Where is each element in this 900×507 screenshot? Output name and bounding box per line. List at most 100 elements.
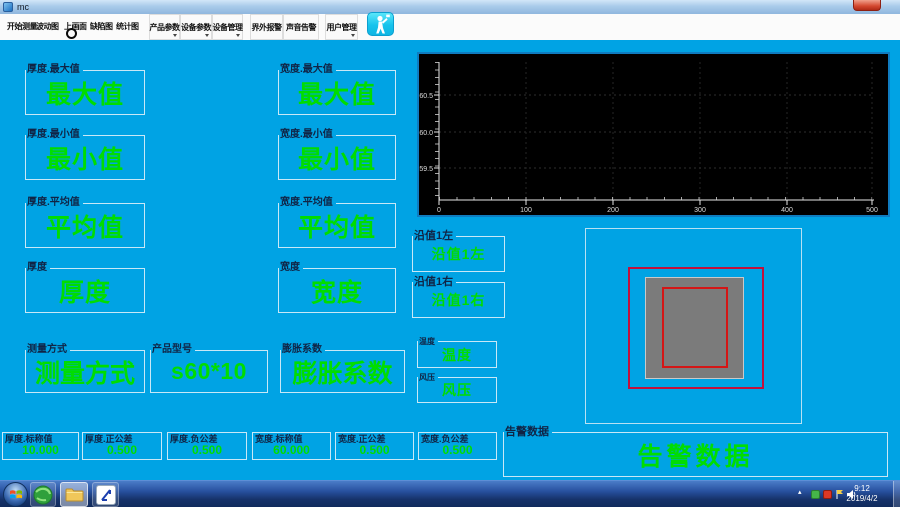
globe-icon [33,485,53,505]
box-label: 沿值1右 [413,276,456,288]
box-label: 厚度 [26,262,50,274]
box-label: 厚度.最大值 [26,64,83,76]
window-title: mc [17,2,29,12]
thickness-plus-tol-value: 0.500 [83,444,161,457]
y-tick-label: 59.5 [419,166,433,173]
width-max-value: 最大值 [279,71,395,114]
box-label: 温度 [418,336,438,348]
thickness-avg-value: 平均值 [26,204,144,247]
width-min-value: 最小值 [279,136,395,179]
taskbar: ▴ 9:12 2019/4/2 [0,480,900,507]
temperature-box: 温度 温度 [417,341,497,368]
x-tick-label: 200 [607,207,619,214]
width-minus-tol-box: 宽度.负公差 0.500 [418,432,497,460]
hidden-icons-chevron[interactable]: ▴ [798,488,802,496]
box-label: 测量方式 [26,344,70,356]
x-tick-label: 0 [437,207,441,214]
width-nominal-value: 60.000 [253,444,330,457]
clock-date: 2019/4/2 [845,494,879,504]
expansion-coefficient-value: 膨胀系数 [281,351,404,392]
thickness-max-box: 厚度.最大值 最大值 [25,70,145,115]
box-label: 膨胀系数 [281,344,325,356]
thickness-nominal-box: 厚度.标称值 10.000 [2,432,79,460]
width-avg-value: 平均值 [279,204,395,247]
x-axis-minor-ticks [439,197,872,200]
x-tick-label: 300 [694,207,706,214]
thickness-value: 厚度 [26,269,144,312]
width-plus-tol-value: 0.500 [336,444,413,457]
dropdown-icon [173,34,177,37]
cross-section-panel [585,228,802,424]
box-label: 厚度.最小值 [26,129,83,141]
y-tick-label: 60.0 [419,130,433,137]
screen: mc 开始测量 波动图 上画面 缺陷图 统计图 产品参数 设备参数 设备管理 界… [0,0,900,507]
box-label: 宽度.最小值 [279,129,336,141]
menu-start-measure[interactable]: 开始测量 [7,21,37,32]
product-model-value: s60*10 [151,351,267,392]
app-icon [3,2,13,12]
menu-out-of-bounds-alarm[interactable]: 界外报警 [250,14,283,40]
x-tick-label: 500 [866,207,878,214]
dropdown-icon [351,34,355,37]
thickness-minus-tol-value: 0.500 [168,444,246,457]
action-center-flag-icon[interactable] [835,489,844,500]
alarm-data-value: 告警数据 [504,433,887,476]
taskbar-app-explorer[interactable] [60,482,88,507]
width-plus-tol-box: 宽度.正公差 0.500 [335,432,414,460]
windows-flag-icon [9,488,23,501]
wind-pressure-box: 风压 风压 [417,377,497,403]
menu-wave-chart[interactable]: 波动图 [36,21,59,32]
menu-product-params[interactable]: 产品参数 [149,14,180,40]
status-ring-indicator [66,28,77,39]
tolerance-outline-inner [662,287,728,368]
show-desktop-button[interactable] [893,481,900,507]
start-button[interactable] [3,482,28,507]
measure-mode-box: 测量方式 测量方式 [25,350,145,393]
taskbar-app-globe[interactable] [30,482,56,507]
clock-time: 9:12 [845,484,879,494]
menu-defect-chart[interactable]: 缺陷图 [90,21,113,32]
green-status-icon[interactable] [811,490,820,499]
menu-stats-chart[interactable]: 统计图 [116,21,139,32]
editor-app-icon [96,485,116,505]
thickness-nominal-value: 10.000 [3,444,78,457]
close-button[interactable] [853,0,881,11]
thickness-minus-tol-box: 厚度.负公差 0.500 [167,432,247,460]
taskbar-app-editor[interactable] [92,482,119,507]
trend-chart: 60.5 60.0 59.5 0 100 200 300 400 500 [417,52,890,217]
dropdown-icon [205,34,209,37]
user-button[interactable] [367,12,394,36]
thickness-avg-box: 厚度.平均值 平均值 [25,203,145,248]
width-box: 宽度 宽度 [278,268,396,313]
thickness-box: 厚度 厚度 [25,268,145,313]
edge1-left-value: 沿值1左 [413,237,504,271]
width-nominal-box: 宽度.标称值 60.000 [252,432,331,460]
tray-clock[interactable]: 9:12 2019/4/2 [845,484,879,504]
box-label: 告警数据 [504,426,552,438]
y-tick-label: 60.5 [419,93,433,100]
measure-mode-value: 测量方式 [26,351,144,392]
y-axis-minor-ticks [435,62,439,200]
width-value: 宽度 [279,269,395,312]
alarm-data-box: 告警数据 告警数据 [503,432,888,477]
box-label: 沿值1左 [413,230,456,242]
menu-sound-alarm[interactable]: 声音告警 [283,14,319,40]
edge1-right-box: 沿值1右 沿值1右 [412,282,505,318]
thickness-min-box: 厚度.最小值 最小值 [25,135,145,180]
person-icon [368,13,393,35]
box-label: 厚度.平均值 [26,197,83,209]
product-model-box: 产品型号 s60*10 [150,350,268,393]
box-label: 产品型号 [151,344,195,356]
red-status-icon[interactable] [823,490,832,499]
expansion-coefficient-box: 膨胀系数 膨胀系数 [280,350,405,393]
box-label: 风压 [418,372,438,384]
width-minus-tol-value: 0.500 [419,444,496,457]
menu-device-manage[interactable]: 设备管理 [212,14,243,40]
chart-plot: 60.5 60.0 59.5 0 100 200 300 400 500 [419,54,888,215]
edge1-right-value: 沿值1右 [413,283,504,317]
thickness-plus-tol-box: 厚度.正公差 0.500 [82,432,162,460]
edge1-left-box: 沿值1左 沿值1左 [412,236,505,272]
menu-device-params[interactable]: 设备参数 [180,14,212,40]
box-label: 宽度.最大值 [279,64,336,76]
menu-user-manage[interactable]: 用户管理 [325,14,358,40]
